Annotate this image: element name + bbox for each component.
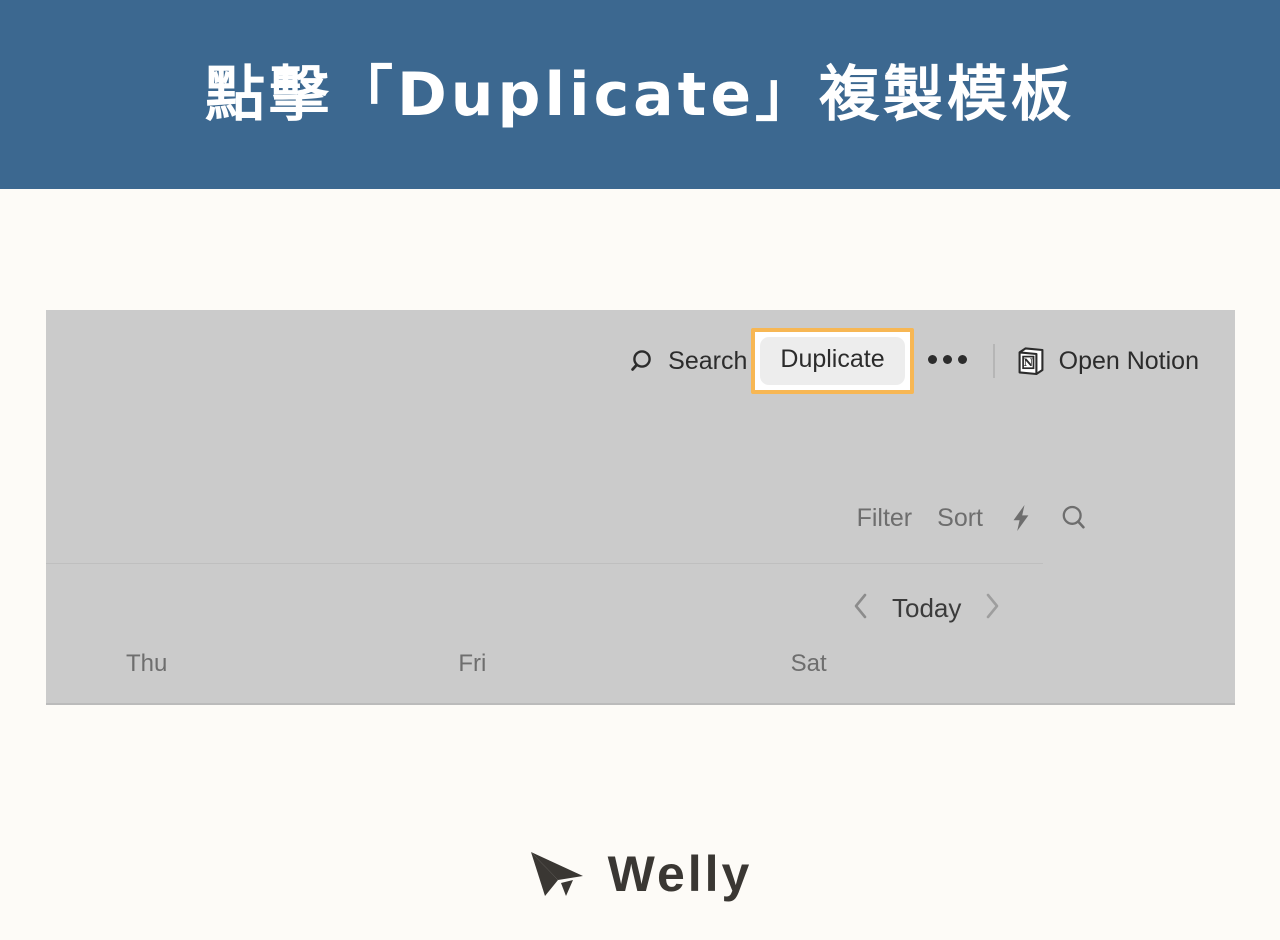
svg-text:N: N [1023, 357, 1033, 369]
search-label: Search [668, 346, 748, 375]
dot-icon [942, 354, 952, 364]
search-button[interactable]: Search [630, 347, 747, 376]
weekday-cell: Thu [126, 650, 168, 677]
more-options-button[interactable] [920, 354, 975, 364]
duplicate-highlight-box: Duplicate [751, 328, 914, 394]
chevron-right-icon[interactable] [982, 591, 1002, 626]
database-toolbar: Filter Sort [857, 503, 1089, 533]
header-banner: 點擊「Duplicate」複製模板 [0, 0, 1280, 189]
notion-logo-icon: N [1015, 345, 1047, 377]
paper-plane-icon [528, 846, 590, 902]
dot-icon [957, 354, 967, 364]
open-notion-button[interactable]: N Open Notion [1015, 345, 1199, 377]
duplicate-button[interactable]: Duplicate [760, 337, 905, 385]
dot-icon [927, 354, 937, 364]
chevron-left-icon[interactable] [851, 591, 871, 626]
notion-top-toolbar: Search Duplicate N Open Notion [46, 328, 1235, 394]
welly-wordmark: Welly [607, 846, 753, 902]
open-notion-label: Open Notion [1058, 346, 1199, 375]
toolbar-bottom-divider [46, 563, 1043, 564]
calendar-grid-line [46, 703, 1235, 705]
today-button[interactable]: Today [892, 593, 961, 624]
weekday-cell: Fri [458, 650, 487, 677]
welly-brand-logo: Welly [0, 846, 1280, 902]
calendar-date-nav: Today [851, 591, 1002, 626]
search-icon[interactable] [1059, 503, 1089, 533]
weekday-cell: Sat [790, 650, 827, 677]
search-icon [630, 348, 657, 375]
calendar-weekday-header: Thu Fri Sat [46, 650, 1043, 703]
toolbar-divider [992, 344, 995, 378]
page-title: 點擊「Duplicate」複製模板 [204, 59, 1076, 130]
lightning-bolt-icon[interactable] [1008, 503, 1034, 533]
filter-button[interactable]: Filter [857, 504, 913, 533]
notion-screenshot-panel: Search Duplicate N Open Notion Filter So… [46, 310, 1235, 705]
sort-button[interactable]: Sort [937, 504, 983, 533]
